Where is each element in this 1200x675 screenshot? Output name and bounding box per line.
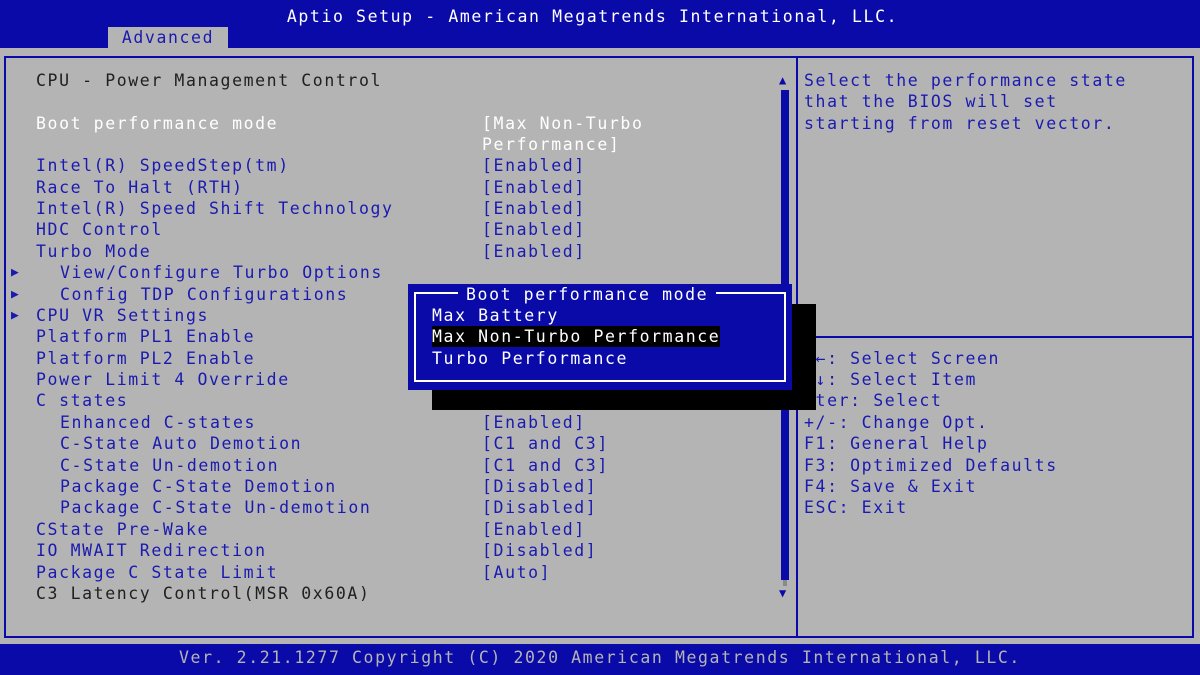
- setting-cstate-pre-wake-value[interactable]: [Enabled]: [482, 519, 586, 540]
- help-text-line: starting from reset vector.: [804, 114, 1116, 133]
- setting-boot-performance-mode-value-line2[interactable]: Performance]: [482, 134, 620, 155]
- submenu-config-tdp[interactable]: Config TDP Configurations: [60, 284, 348, 305]
- setting-io-mwait-value[interactable]: [Disabled]: [482, 540, 597, 561]
- setting-boot-performance-mode[interactable]: Boot performance mode: [36, 113, 278, 134]
- setting-package-c-state-un-demotion[interactable]: Package C-State Un-demotion: [60, 497, 371, 518]
- help-text-line: that the BIOS will set: [804, 92, 1058, 111]
- setting-speedstep[interactable]: Intel(R) SpeedStep(tm): [36, 155, 290, 176]
- setting-platform-pl2[interactable]: Platform PL2 Enable: [36, 348, 255, 369]
- popup-option-turbo-performance[interactable]: Turbo Performance: [432, 348, 628, 369]
- setting-c-state-auto-demotion[interactable]: C-State Auto Demotion: [60, 433, 302, 454]
- setting-speed-shift[interactable]: Intel(R) Speed Shift Technology: [36, 198, 394, 219]
- window-title: Aptio Setup - American Megatrends Intern…: [286, 7, 899, 26]
- scroll-down-arrow-icon[interactable]: ▼: [779, 587, 788, 599]
- popup-title: Boot performance mode: [458, 284, 717, 305]
- setting-c-states[interactable]: C states: [36, 390, 128, 411]
- setting-package-c-state-demotion-value[interactable]: [Disabled]: [482, 476, 597, 497]
- setting-enhanced-c-states[interactable]: Enhanced C-states: [60, 412, 256, 433]
- help-divider: [796, 336, 1194, 338]
- scroll-up-arrow-icon[interactable]: ▲: [779, 74, 788, 86]
- setting-speed-shift-value[interactable]: [Enabled]: [482, 198, 586, 219]
- setting-race-to-halt[interactable]: Race To Halt (RTH): [36, 177, 244, 198]
- setting-package-c-state-un-demotion-value[interactable]: [Disabled]: [482, 497, 597, 518]
- help-text-line: Select the performance state: [804, 71, 1127, 90]
- key-legend-change-opt: +/-: Change Opt.: [804, 413, 989, 432]
- setting-c-state-auto-demotion-value[interactable]: [C1 and C3]: [482, 433, 609, 454]
- setting-hdc-control-value[interactable]: [Enabled]: [482, 219, 586, 240]
- setting-io-mwait[interactable]: IO MWAIT Redirection: [36, 540, 267, 561]
- key-legend-save-exit: F4: Save & Exit: [804, 477, 978, 496]
- submenu-cpu-vr-settings[interactable]: CPU VR Settings: [36, 305, 209, 326]
- tab-advanced[interactable]: Advanced: [108, 27, 228, 48]
- submenu-arrow-icon: ▶: [11, 287, 21, 302]
- key-legend-optimized-defaults: F3: Optimized Defaults: [804, 456, 1058, 475]
- key-legend-general-help: F1: General Help: [804, 434, 989, 453]
- popup-option-max-battery[interactable]: Max Battery: [432, 305, 559, 326]
- submenu-arrow-icon: ▶: [11, 308, 21, 323]
- footer-copyright: Ver. 2.21.1277 Copyright (C) 2020 Americ…: [179, 648, 1021, 667]
- setting-power-limit-4[interactable]: Power Limit 4 Override: [36, 369, 290, 390]
- setting-c3-latency-control[interactable]: C3 Latency Control(MSR 0x60A): [36, 583, 370, 604]
- setting-package-c-state-limit-value[interactable]: [Auto]: [482, 562, 551, 583]
- setting-c-state-un-demotion[interactable]: C-State Un-demotion: [60, 455, 279, 476]
- setting-package-c-state-demotion[interactable]: Package C-State Demotion: [60, 476, 337, 497]
- setting-platform-pl1[interactable]: Platform PL1 Enable: [36, 326, 255, 347]
- setting-speedstep-value[interactable]: [Enabled]: [482, 155, 586, 176]
- setting-boot-performance-mode-value-line1[interactable]: [Max Non-Turbo: [482, 113, 643, 134]
- popup-option-max-non-turbo[interactable]: Max Non-Turbo Performance: [432, 326, 721, 347]
- submenu-view-configure-turbo[interactable]: View/Configure Turbo Options: [60, 262, 383, 283]
- setting-package-c-state-limit[interactable]: Package C State Limit: [36, 562, 278, 583]
- key-legend-select-item: ↑↓: Select Item: [804, 370, 978, 389]
- setting-enhanced-c-states-value[interactable]: [Enabled]: [482, 412, 586, 433]
- submenu-arrow-icon: ▶: [11, 265, 21, 280]
- section-title: CPU - Power Management Control: [36, 71, 383, 90]
- setting-race-to-halt-value[interactable]: [Enabled]: [482, 177, 586, 198]
- setting-c-state-un-demotion-value[interactable]: [C1 and C3]: [482, 455, 609, 476]
- setting-turbo-mode[interactable]: Turbo Mode: [36, 241, 151, 262]
- key-legend-enter-select: nter: Select: [804, 391, 943, 410]
- setting-turbo-mode-value[interactable]: [Enabled]: [482, 241, 586, 262]
- setting-cstate-pre-wake[interactable]: CState Pre-Wake: [36, 519, 209, 540]
- setting-hdc-control[interactable]: HDC Control: [36, 219, 163, 240]
- key-legend-select-screen: →←: Select Screen: [804, 349, 1001, 368]
- key-legend-exit: ESC: Exit: [804, 498, 908, 517]
